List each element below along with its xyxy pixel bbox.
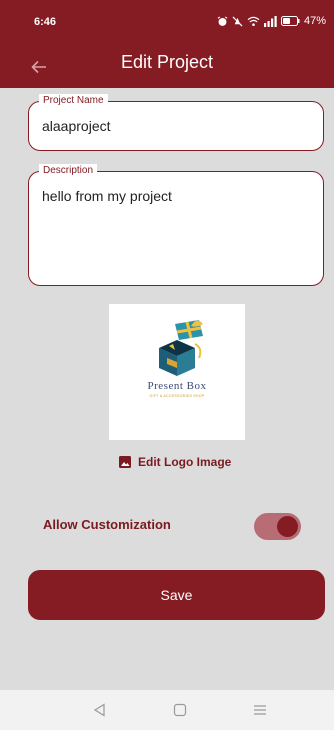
status-time: 6:46 (34, 16, 57, 28)
description-value[interactable]: hello from my project (42, 188, 172, 204)
home-square-icon[interactable] (171, 701, 189, 719)
app-bar: Edit Project (0, 46, 334, 88)
project-name-value[interactable]: alaaproject (42, 118, 111, 134)
description-field[interactable]: Description hello from my project (28, 164, 324, 286)
edit-logo-button[interactable]: Edit Logo Image (119, 454, 231, 470)
logo-sub-text: GIFT & ACCESSORIES SHOP (149, 394, 205, 398)
logo-preview: Present Box GIFT & ACCESSORIES SHOP (109, 304, 245, 440)
wifi-icon (247, 16, 260, 26)
back-triangle-icon[interactable] (91, 701, 109, 719)
status-bar: 6:46 47% (0, 0, 334, 46)
menu-lines-icon[interactable] (251, 701, 269, 719)
logo-brand-text: Present Box (147, 380, 207, 392)
battery-percent: 47% (303, 15, 326, 27)
mute-icon (232, 15, 243, 27)
allow-customization-label: Allow Customization (43, 517, 171, 532)
image-icon (119, 456, 131, 468)
allow-customization-toggle[interactable] (254, 513, 301, 540)
gift-box-icon (159, 320, 203, 376)
description-label: Description (39, 164, 98, 178)
page-title: Edit Project (120, 52, 214, 72)
alarm-icon (217, 15, 228, 26)
project-name-label: Project Name (39, 94, 108, 108)
project-name-field[interactable]: Project Name alaaproject (28, 94, 324, 151)
save-button[interactable]: Save (28, 570, 325, 620)
battery-icon (280, 16, 300, 26)
signal-icon (263, 15, 277, 27)
system-nav-bar (0, 690, 334, 730)
toggle-knob (277, 516, 298, 537)
edit-logo-label: Edit Logo Image (138, 455, 232, 469)
status-icons: 47% (217, 15, 326, 27)
